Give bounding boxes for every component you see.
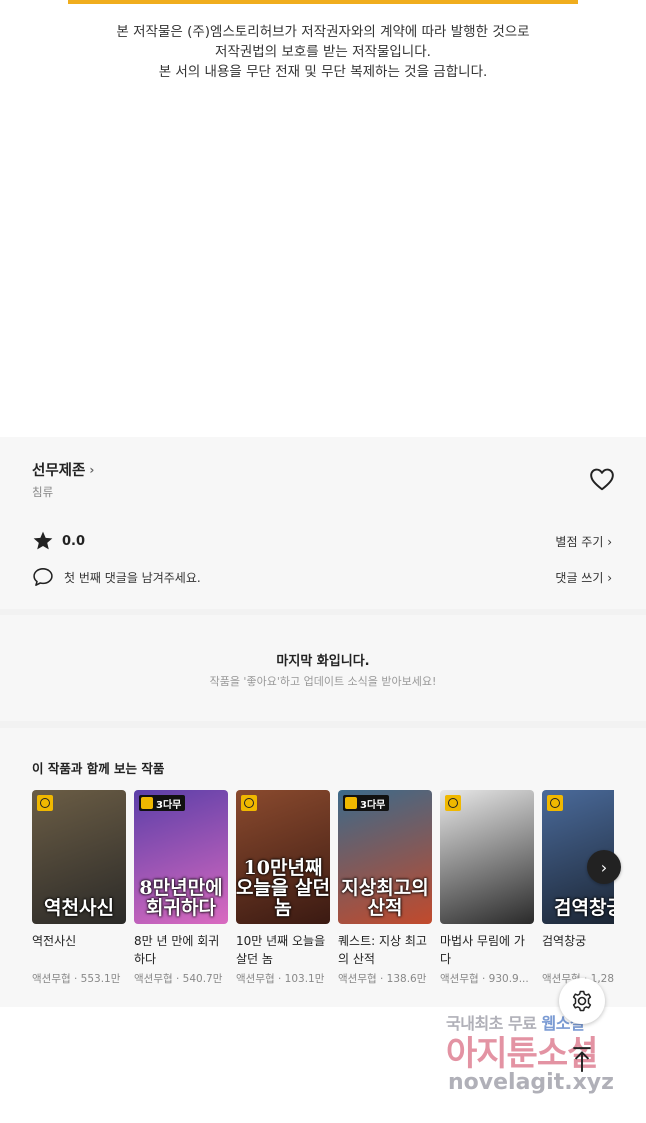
recommendation-title[interactable]: 검역창궁 [542, 932, 614, 968]
free-episodes-badge: 3다무 [343, 795, 390, 811]
recommendation-cover[interactable]: 10만년째 오늘을 살던놈 [236, 790, 330, 924]
wait-free-clock-icon [445, 795, 461, 811]
comment-row: 첫 번째 댓글을 남겨주세요. [32, 567, 201, 587]
last-episode-subtitle: 작품을 '좋아요'하고 업데이트 소식을 받아보세요! [209, 675, 437, 688]
recommendation-title[interactable]: 8만 년 만에 회귀하다 [134, 932, 228, 968]
recommendation-title[interactable]: 10만 년째 오늘을 살던 놈 [236, 932, 330, 968]
recommendation-title[interactable]: 퀘스트: 지상 최고의 산적 [338, 932, 432, 968]
cover-title-art: 8만년만에 회귀하다 [139, 877, 223, 919]
recommendation-item[interactable]: 3다무지상최고의 산적퀘스트: 지상 최고의 산적액션무협 · 138.6만 [338, 790, 432, 986]
carousel-next-button[interactable]: › [587, 850, 621, 884]
copyright-notice: 본 저작물은 (주)엠스토리허브가 저작권자와의 계약에 따라 발행한 것으로 … [0, 22, 646, 82]
write-comment-button[interactable]: 댓글 쓰기 › [555, 569, 612, 586]
copyright-line-1: 본 저작물은 (주)엠스토리허브가 저작권자와의 계약에 따라 발행한 것으로 [116, 24, 530, 40]
viewer-settings-button[interactable] [559, 978, 605, 1024]
recommendation-cover[interactable]: 3다무지상최고의 산적 [338, 790, 432, 924]
copyright-line-2: 저작권법의 보호를 받는 저작물입니다. [215, 44, 431, 60]
recommendation-meta: 액션무협 · 930.9... [440, 973, 529, 985]
wait-free-clock-icon [37, 795, 53, 811]
gear-icon [572, 990, 592, 1012]
recommendation-item[interactable]: 3다무 8만년만에 회귀하다 8만 년 만에 회귀하다액션무협 · 540.7만 [134, 790, 228, 986]
cover-title-art: 지상최고의 산적 [341, 877, 429, 919]
recommendation-meta: 액션무협 · 540.7만 [134, 973, 223, 985]
copyright-line-3: 본 서의 내용을 무단 전재 및 무단 복제하는 것을 금합니다. [158, 64, 488, 80]
cover-title-art: 역천사신 [44, 897, 114, 919]
clock-icon [345, 797, 357, 809]
recommendation-cover[interactable]: 역천사신 [32, 790, 126, 924]
recommendation-cover[interactable] [440, 790, 534, 924]
rating-value: 0.0 [62, 533, 86, 549]
recommendations-carousel: 역천사신역전사신액션무협 · 553.1만 3다무 8만년만에 회귀하다 8만 년 만… [32, 790, 614, 990]
rate-button[interactable]: 별점 주기 › [555, 533, 612, 550]
wait-free-clock-icon [241, 795, 257, 811]
series-author: 침류 [32, 485, 54, 499]
site-watermark: 국내최초 무료 웹소설 아지툰소설 novelagit.xyz [446, 1010, 626, 1102]
clock-icon [141, 797, 153, 809]
last-episode-title: 마지막 화입니다. [276, 654, 370, 669]
recommendation-item[interactable]: 역천사신역전사신액션무협 · 553.1만 [32, 790, 126, 986]
series-title: 선무제존 [32, 463, 86, 479]
recommendation-title[interactable]: 마법사 무림에 가다 [440, 932, 534, 968]
recommendation-meta: 액션무협 · 138.6만 [338, 973, 427, 985]
recommendation-item[interactable]: 마법사 무림에 가다액션무협 · 930.9... [440, 790, 534, 986]
recommendation-meta: 액션무협 · 553.1만 [32, 973, 121, 985]
recommendations-heading: 이 작품과 함께 보는 작품 [32, 761, 165, 776]
heart-icon[interactable] [589, 467, 615, 491]
rating-row: 0.0 [32, 530, 85, 552]
recommendation-title[interactable]: 역전사신 [32, 932, 126, 968]
wait-free-clock-icon [547, 795, 563, 811]
recommendation-item[interactable]: 10만년째 오늘을 살던놈 10만 년째 오늘을 살던 놈액션무협 · 103.1… [236, 790, 330, 986]
recommendation-meta: 액션무협 · 103.1만 [236, 973, 325, 985]
recommendation-item[interactable]: 검역창궁검역창궁액션무협 · 1,285 [542, 790, 614, 986]
comment-prompt: 첫 번째 댓글을 남겨주세요. [64, 570, 201, 585]
recommendation-cover[interactable]: 3다무 8만년만에 회귀하다 [134, 790, 228, 924]
cover-title-art: 10만년째 오늘을 살던놈 [236, 857, 330, 919]
series-title-link[interactable]: 선무제존 › [32, 459, 94, 480]
scroll-to-top-icon[interactable] [569, 1046, 595, 1074]
chevron-right-icon: › [600, 857, 608, 877]
cover-title-art: 검역창궁 [554, 897, 614, 919]
top-accent-bar [68, 0, 578, 4]
free-episodes-badge: 3다무 [139, 795, 186, 811]
comment-bubble-icon [33, 568, 53, 586]
chevron-right-icon: › [89, 462, 95, 477]
star-icon [33, 531, 53, 550]
